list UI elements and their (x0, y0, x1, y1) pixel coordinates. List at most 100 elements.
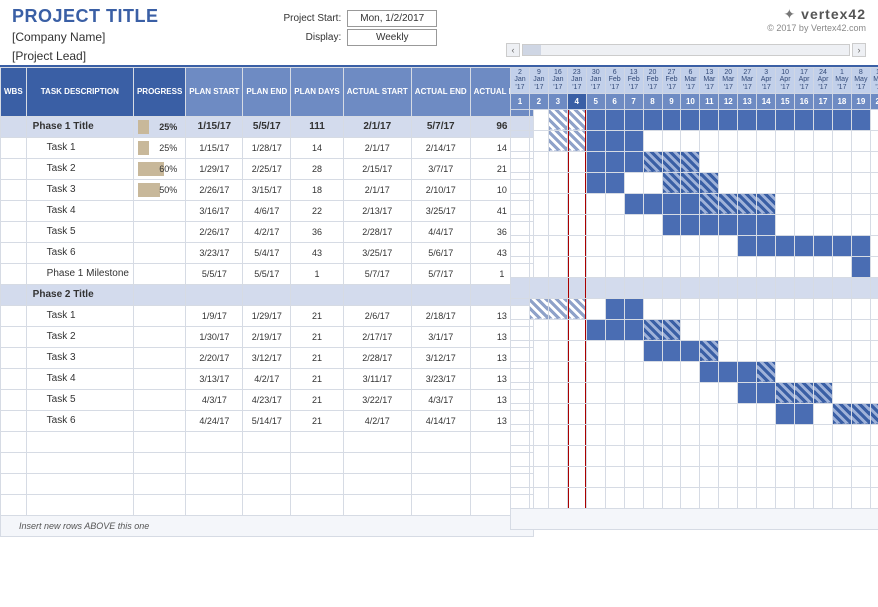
empty-row[interactable] (1, 473, 534, 494)
gantt-row (511, 256, 878, 277)
timeline-scroll-right[interactable]: › (852, 43, 866, 57)
empty-row[interactable] (1, 431, 534, 452)
gantt-row (511, 298, 878, 319)
timeline-date-col: 17Apr'17 (795, 67, 814, 93)
gantt-row (511, 109, 878, 130)
task-row[interactable]: Task 350%2/26/173/15/17182/1/172/10/1710 (1, 179, 534, 200)
timeline-week-col: 18 (832, 93, 851, 109)
timeline-week-col: 3 (548, 93, 567, 109)
task-row[interactable]: Task 11/9/171/29/17212/6/172/18/1713 (1, 305, 534, 326)
timeline-week-col: 20 (870, 93, 878, 109)
timeline-week-col: 4 (567, 93, 586, 109)
timeline-date-col: 27Feb'17 (662, 67, 681, 93)
timeline-week-col: 10 (681, 93, 700, 109)
task-row[interactable]: Task 54/3/174/23/17213/22/174/3/1713 (1, 389, 534, 410)
display-label: Display: (227, 32, 347, 43)
task-row[interactable]: Task 52/26/174/2/17362/28/174/4/1736 (1, 221, 534, 242)
task-table: WBS TASK DESCRIPTION PROGRESS PLAN START… (0, 67, 534, 537)
col-task: TASK DESCRIPTION (26, 67, 133, 116)
timeline-week-col: 12 (719, 93, 738, 109)
timeline-week-col: 11 (700, 93, 719, 109)
timeline-week-col: 2 (529, 93, 548, 109)
timeline-date-col: 9Jan'17 (529, 67, 548, 93)
col-plan-start: PLAN START (186, 67, 243, 116)
project-title: PROJECT TITLE (12, 6, 159, 27)
timeline-date-col: 20Mar'17 (719, 67, 738, 93)
gantt-row (511, 403, 878, 424)
gantt-row (511, 214, 878, 235)
timeline-date-col: 20Feb'17 (643, 67, 662, 93)
timeline-week-col: 6 (605, 93, 624, 109)
timeline-week-col: 9 (662, 93, 681, 109)
gantt-row (511, 382, 878, 403)
project-lead: [Project Lead] (12, 48, 159, 65)
task-row[interactable]: Task 32/20/173/12/17212/28/173/12/1713 (1, 347, 534, 368)
gantt-row (511, 277, 878, 298)
gantt-row (511, 193, 878, 214)
timeline-week-col: 8 (643, 93, 662, 109)
project-start-input[interactable]: Mon, 1/2/2017 (347, 10, 437, 27)
task-row[interactable]: Task 64/24/175/14/17214/2/174/14/1713 (1, 410, 534, 431)
gantt-row (511, 487, 878, 508)
timeline-date-col: 3Apr'17 (757, 67, 776, 93)
timeline-date-col: 8May'17 (851, 67, 870, 93)
task-row[interactable]: Task 260%1/29/172/25/17282/15/173/7/1721 (1, 158, 534, 179)
gantt-row (511, 424, 878, 445)
timeline-date-col: 6Feb'17 (605, 67, 624, 93)
task-row[interactable]: Task 43/16/174/6/17222/13/173/25/1741 (1, 200, 534, 221)
timeline-scrollbar[interactable] (522, 44, 850, 56)
timeline-date-col: 23Jan'17 (567, 67, 586, 93)
gantt-row (511, 340, 878, 361)
timeline-date-col: 16Jan'17 (548, 67, 567, 93)
timeline-date-col: 24Apr'17 (814, 67, 833, 93)
task-row[interactable]: Task 125%1/15/171/28/17142/1/172/14/1714 (1, 137, 534, 158)
timeline-week-col: 17 (814, 93, 833, 109)
footer-note: Insert new rows ABOVE this one (1, 515, 534, 536)
gantt-row (511, 319, 878, 340)
timeline-date-col: 1May'17 (832, 67, 851, 93)
col-plan-end: PLAN END (243, 67, 291, 116)
timeline-week-col: 19 (851, 93, 870, 109)
gantt-row (511, 172, 878, 193)
timeline-week-col: 15 (776, 93, 795, 109)
gantt-row (511, 151, 878, 172)
col-actual-end: ACTUAL END (411, 67, 470, 116)
vertex42-logo: ✦ vertex42 (506, 6, 866, 23)
empty-row[interactable] (1, 452, 534, 473)
gantt-row (511, 445, 878, 466)
task-row[interactable]: Task 21/30/172/19/17212/17/173/1/1713 (1, 326, 534, 347)
copyright-text: © 2017 by Vertex42.com (506, 23, 866, 33)
task-row[interactable]: Phase 1 Milestone5/5/175/5/1715/7/175/7/… (1, 263, 534, 284)
empty-row[interactable] (1, 494, 534, 515)
timeline-week-col: 1 (511, 93, 530, 109)
col-actual-start: ACTUAL START (343, 67, 411, 116)
phase-row[interactable]: Phase 1 Title25%1/15/175/5/171112/1/175/… (1, 116, 534, 137)
company-name: [Company Name] (12, 29, 159, 46)
col-wbs: WBS (1, 67, 27, 116)
timeline-date-col: 13Feb'17 (624, 67, 643, 93)
timeline-week-col: 16 (795, 93, 814, 109)
display-select[interactable]: Weekly (347, 29, 437, 46)
phase-row[interactable]: Phase 2 Title (1, 284, 534, 305)
timeline-scroll-left[interactable]: ‹ (506, 43, 520, 57)
col-progress: PROGRESS (133, 67, 185, 116)
timeline-week-col: 13 (738, 93, 757, 109)
timeline-date-col: 6Mar'17 (681, 67, 700, 93)
gantt-row (511, 466, 878, 487)
timeline-date-col: 2Jan'17 (511, 67, 530, 93)
timeline-week-col: 7 (624, 93, 643, 109)
task-row[interactable]: Task 63/23/175/4/17433/25/175/6/1743 (1, 242, 534, 263)
task-row[interactable]: Task 43/13/174/2/17213/11/173/23/1713 (1, 368, 534, 389)
timeline-date-col: 27Mar'17 (738, 67, 757, 93)
timeline-date-col: 10Apr'17 (776, 67, 795, 93)
gantt-row (511, 130, 878, 151)
timeline-table: 2Jan'179Jan'1716Jan'1723Jan'1730Jan'176F… (510, 67, 878, 530)
timeline-date-col: 15May'17 (870, 67, 878, 93)
gantt-row (511, 361, 878, 382)
timeline-week-col: 5 (586, 93, 605, 109)
timeline-week-col: 14 (757, 93, 776, 109)
timeline-date-col: 13Mar'17 (700, 67, 719, 93)
gantt-row (511, 235, 878, 256)
timeline-date-col: 30Jan'17 (586, 67, 605, 93)
project-start-label: Project Start: (227, 13, 347, 24)
